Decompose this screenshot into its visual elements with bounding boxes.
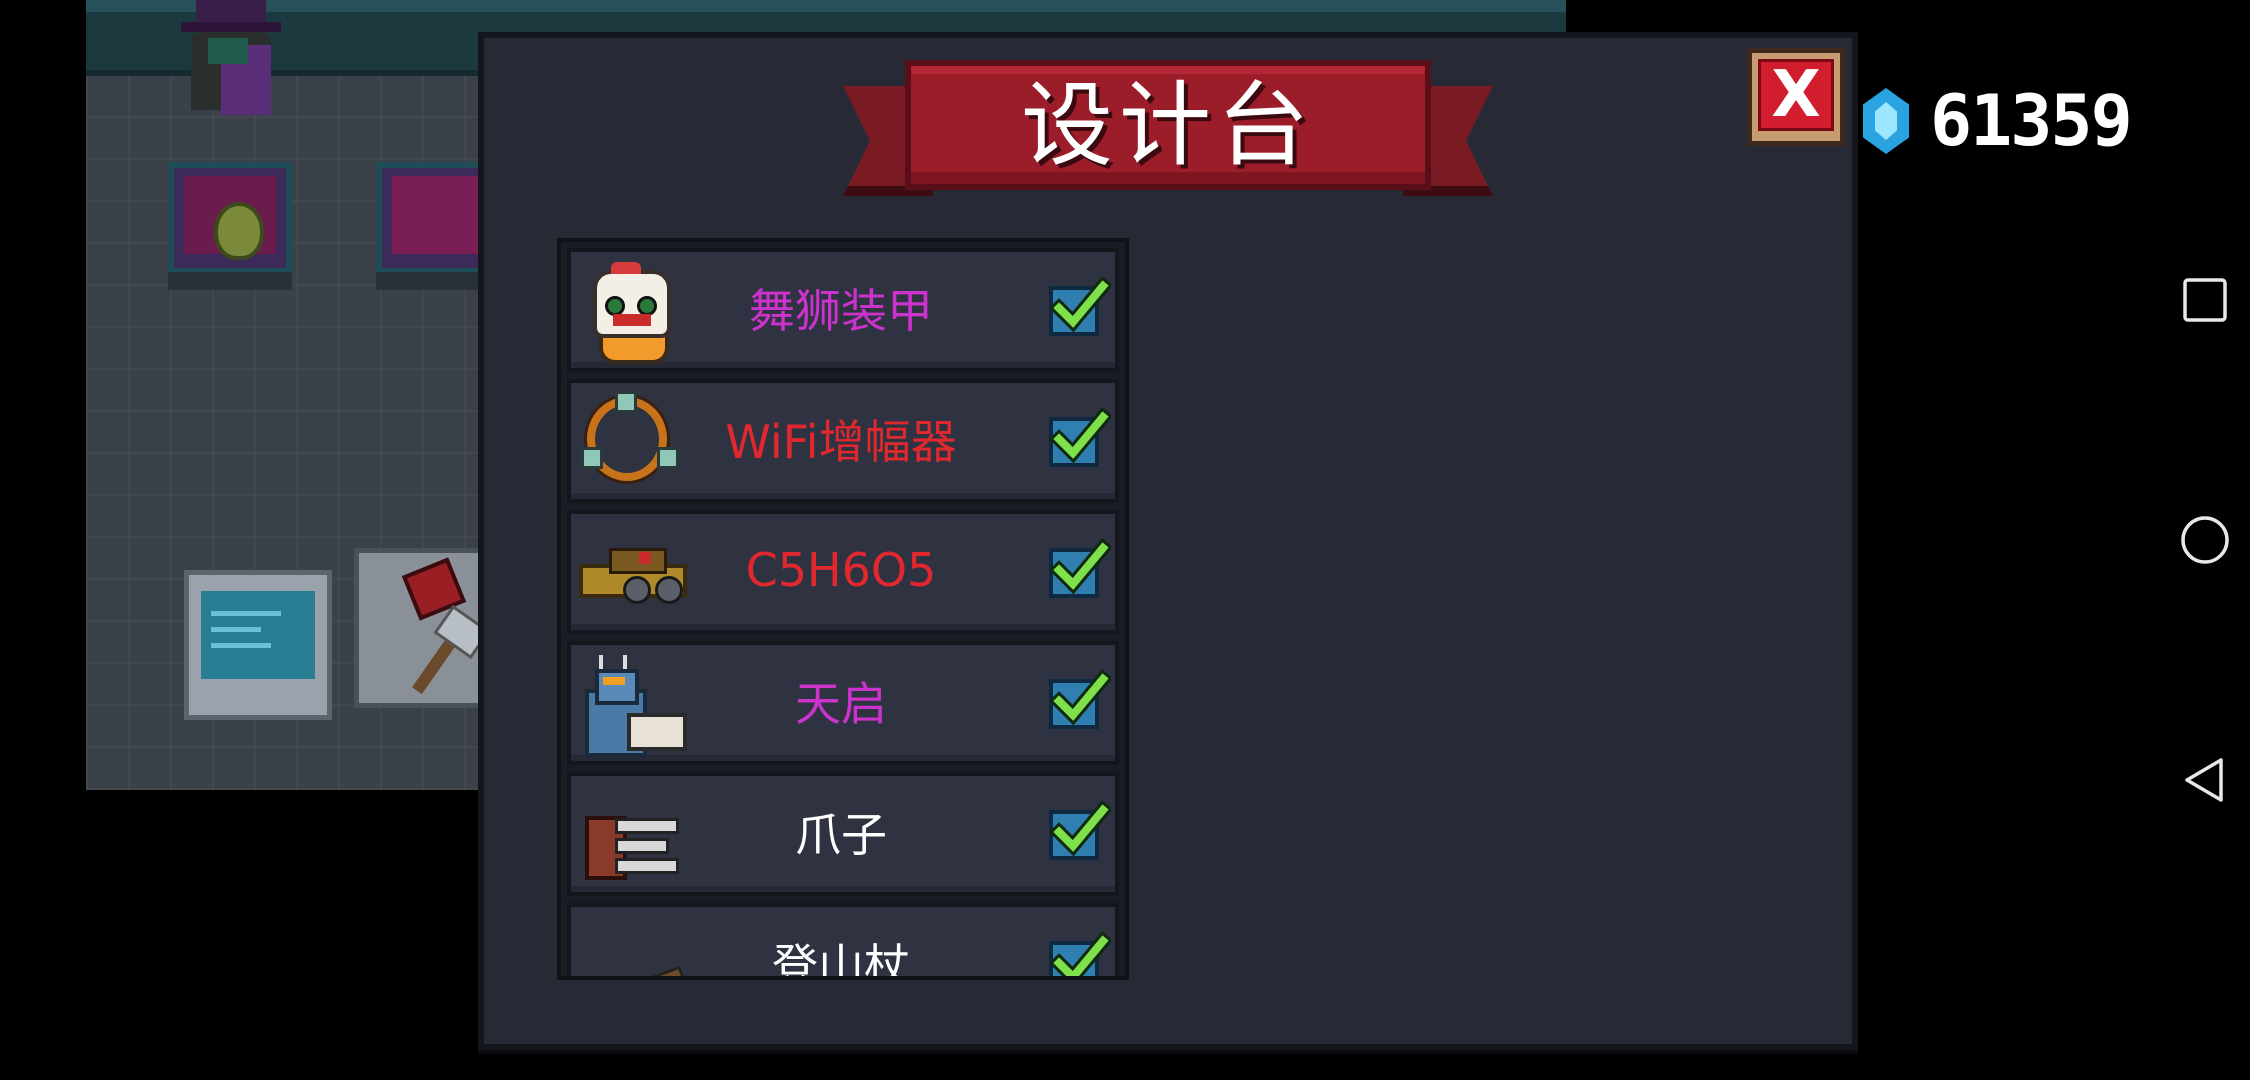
item-name: C5H6O5	[745, 543, 937, 597]
triangle-back-icon	[2185, 758, 2223, 802]
item-list[interactable]: 舞狮装甲 WiFi增幅器 C5H6O5 天启 爪子 登山杖	[557, 238, 1129, 980]
circle-icon	[2181, 516, 2229, 564]
item-name: 登山杖	[772, 939, 910, 980]
gem-count: 61359	[1930, 80, 2133, 162]
wifi-amplifier-ring-icon	[579, 391, 679, 489]
list-item[interactable]: 登山杖	[567, 903, 1119, 980]
checkmark-icon	[1049, 800, 1111, 857]
lion-dance-armor-icon	[579, 262, 679, 364]
seed-pedestal	[168, 162, 292, 290]
checkmark-icon	[1049, 276, 1111, 333]
dialog-title: 设计台	[1020, 71, 1315, 179]
checkmark-icon	[1049, 538, 1111, 595]
title-banner: 设计台	[843, 58, 1493, 210]
checkmark-icon	[1049, 669, 1111, 726]
home-button[interactable]	[2160, 495, 2250, 585]
checkmark-icon	[1049, 931, 1111, 976]
item-checkbox[interactable]	[1049, 669, 1111, 729]
wizard-npc	[176, 0, 286, 120]
recent-apps-button[interactable]	[2160, 255, 2250, 345]
item-checkbox[interactable]	[1049, 538, 1111, 598]
list-item[interactable]: 舞狮装甲	[567, 248, 1119, 372]
computer-monitor	[184, 570, 332, 720]
back-button[interactable]	[2160, 735, 2250, 825]
list-item[interactable]: C5H6O5	[567, 510, 1119, 634]
close-icon: X	[1758, 59, 1834, 131]
close-button[interactable]: X	[1747, 48, 1845, 146]
item-name: 天启	[795, 677, 887, 731]
item-name: 舞狮装甲	[749, 284, 933, 338]
square-icon	[2183, 278, 2227, 322]
claw-icon	[579, 786, 679, 882]
checkmark-icon	[1049, 407, 1111, 464]
hiking-staff-icon	[579, 917, 688, 976]
list-item[interactable]: WiFi增幅器	[567, 379, 1119, 503]
system-nav-bar	[2160, 0, 2250, 1080]
list-item[interactable]: 天启	[567, 641, 1119, 765]
item-checkbox[interactable]	[1049, 407, 1111, 467]
seed-icon	[214, 202, 264, 260]
item-checkbox[interactable]	[1049, 931, 1111, 976]
mech-icon	[579, 655, 687, 757]
item-checkbox[interactable]	[1049, 800, 1111, 860]
gem-icon	[1857, 88, 1915, 154]
item-checkbox[interactable]	[1049, 276, 1111, 336]
gun-icon	[579, 524, 687, 620]
item-name: WiFi增幅器	[725, 415, 957, 469]
item-name: 爪子	[795, 808, 887, 862]
list-item[interactable]: 爪子	[567, 772, 1119, 896]
